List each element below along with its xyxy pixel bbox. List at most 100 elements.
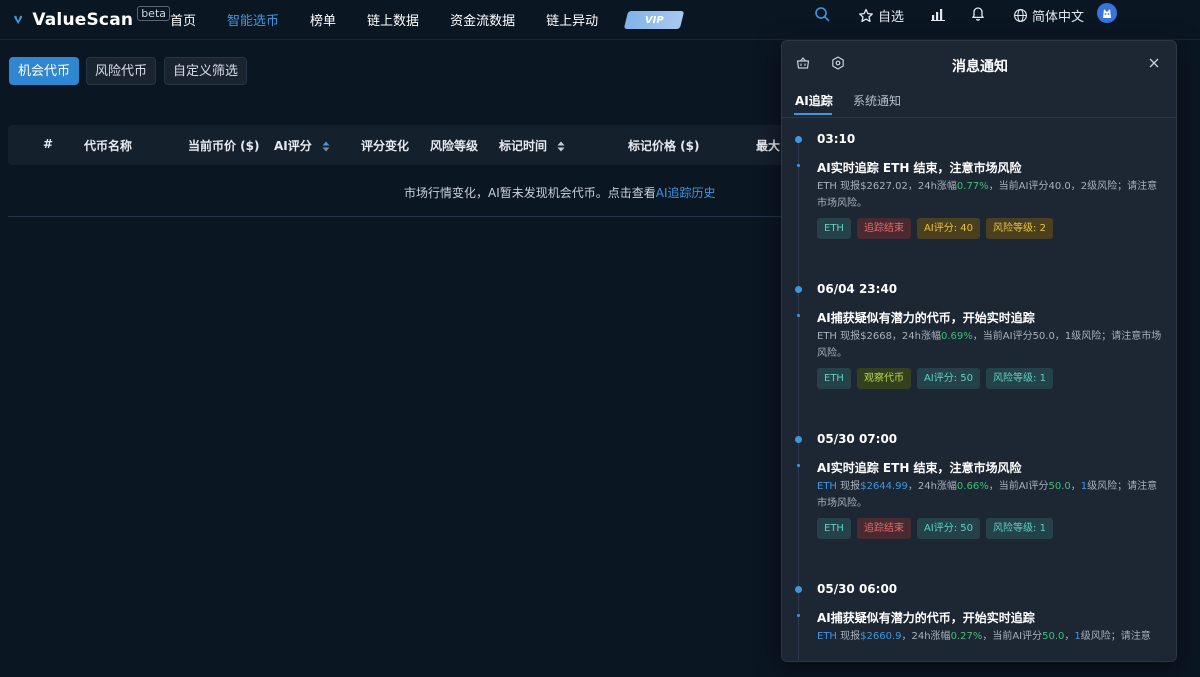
notification-feed[interactable]: 03:10 AI实时追踪 ETH 结束，注意市场风险 ETH 现报$2627.0… <box>782 118 1176 661</box>
notification-title: AI实时追踪 ETH 结束，注意市场风险 <box>817 161 1022 175</box>
settings-icon <box>832 56 844 70</box>
col-ai-score-label: AI评分 <box>274 139 312 153</box>
tab-ai-tracking[interactable]: AI追踪 <box>795 92 833 109</box>
desc-change: 0.66% <box>956 481 989 492</box>
close-icon <box>1149 58 1159 68</box>
tag-ai-score: AI评分: 50 <box>916 518 981 539</box>
timeline-subdot <box>797 464 800 467</box>
desc-price: $2660.9 <box>860 631 902 642</box>
notification-title: AI捕获疑似有潜力的代币，开始实时追踪 <box>817 311 1035 325</box>
timeline-subdot <box>797 614 800 617</box>
notification-settings-button[interactable] <box>831 55 845 74</box>
language-label: 简体中文 <box>1032 10 1085 25</box>
timeline-dot <box>795 286 802 293</box>
timeline-subdot <box>797 314 800 317</box>
desc-price: $2644.99 <box>860 481 908 492</box>
tag-coin[interactable]: ETH <box>817 368 851 389</box>
nav-home[interactable]: 首页 <box>170 10 196 29</box>
notification-panel: 消息通知 AI追踪 系统通知 03:10 AI实时追踪 ETH 结束，注意市场风… <box>781 40 1177 662</box>
ai-tracking-history-link[interactable]: AI追踪历史 <box>656 186 716 200</box>
notification-description: ETH 现报$2660.9，24h涨幅0.27%，当前AI评分50.0，1级风险… <box>817 628 1162 645</box>
top-navbar: ValueScan beta 首页 智能选币 榜单 链上数据 资金流数据 链上异… <box>0 0 1200 40</box>
col-max: 最大 <box>756 139 781 153</box>
col-risk-level: 风险等级 <box>430 139 479 153</box>
col-mark-time-label: 标记时间 <box>499 139 548 153</box>
brand-name: ValueScan <box>32 9 134 30</box>
nav-smart-picker[interactable]: 智能选币 <box>227 10 279 29</box>
sort-icon <box>557 141 565 152</box>
tag-watch-token: 观察代币 <box>856 368 911 389</box>
notification-tags: ETH 追踪结束 AI评分: 40 风险等级: 2 <box>817 218 1059 239</box>
desc-coin-link[interactable]: ETH <box>817 481 837 492</box>
desc-text: 现报 <box>836 481 861 492</box>
col-score-change: 评分变化 <box>361 139 410 153</box>
bar-chart-icon <box>931 9 945 21</box>
timeline-dot <box>795 586 802 593</box>
globe-icon <box>1014 9 1027 22</box>
search-icon <box>815 7 830 22</box>
brand-logo[interactable]: ValueScan beta <box>14 6 170 32</box>
col-token-name: 代币名称 <box>84 139 133 153</box>
timeline-line <box>798 140 799 660</box>
tab-opportunity-tokens[interactable]: 机会代币 <box>9 57 80 85</box>
bell-icon <box>972 7 984 21</box>
desc-text: ， <box>1064 631 1075 642</box>
notifications-button[interactable] <box>970 5 986 21</box>
nav-onchain-data[interactable]: 链上数据 <box>367 10 419 29</box>
desc-text: ，当前AI评分 <box>982 631 1043 642</box>
star-icon <box>859 8 873 22</box>
tab-risk-tokens[interactable]: 风险代币 <box>86 57 157 85</box>
nav-fund-flow[interactable]: 资金流数据 <box>450 10 515 29</box>
table-divider <box>8 216 798 217</box>
desc-score: 50.0 <box>1048 481 1071 492</box>
tag-ai-score: AI评分: 50 <box>916 368 981 389</box>
language-selector[interactable]: 简体中文 <box>1013 6 1084 25</box>
notification-panel-title: 消息通知 <box>952 59 1008 75</box>
clear-notifications-button[interactable] <box>796 55 810 74</box>
desc-coin-link[interactable]: ETH <box>817 631 837 642</box>
basket-icon <box>796 57 810 69</box>
tag-coin[interactable]: ETH <box>817 218 851 239</box>
empty-state-text: 市场行情变化，AI暂未发现机会代币。点击查看 <box>404 186 656 200</box>
tab-custom-filter[interactable]: 自定义筛选 <box>164 57 248 85</box>
vip-badge[interactable]: VIP <box>623 10 685 29</box>
search-button[interactable] <box>814 6 830 22</box>
notification-time: 05/30 06:00 <box>817 582 898 596</box>
desc-text: ，24h涨幅 <box>901 631 951 642</box>
tag-coin[interactable]: ETH <box>817 518 851 539</box>
nav-rankings[interactable]: 榜单 <box>310 10 336 29</box>
desc-text: ETH 现报$2668，24h涨幅 <box>817 331 941 342</box>
tab-system-notifications[interactable]: 系统通知 <box>853 92 901 109</box>
timeline-subdot <box>797 164 800 167</box>
table-header: # 代币名称 当前币价 ($) AI评分 评分变化 风险等级 标记时间 标记价格… <box>8 125 798 165</box>
active-tab-indicator <box>794 113 832 115</box>
desc-text: ，当前AI评分 <box>988 481 1049 492</box>
notification-time: 05/30 07:00 <box>817 432 898 446</box>
nav-onchain-anomaly[interactable]: 链上异动 <box>546 10 598 29</box>
favorites-label: 自选 <box>878 10 905 25</box>
notification-title: AI捕获疑似有潜力的代币，开始实时追踪 <box>817 611 1035 625</box>
desc-text: 现报 <box>836 631 861 642</box>
notification-description: ETH 现报$2627.02，24h涨幅0.77%，当前AI评分40.0，2级风… <box>817 178 1162 212</box>
tag-tracking-ended: 追踪结束 <box>856 218 911 239</box>
desc-score: 50.0 <box>1042 631 1065 642</box>
tag-ai-score: AI评分: 40 <box>916 218 981 239</box>
user-avatar[interactable] <box>1097 3 1117 23</box>
notification-description: ETH 现报$2644.99，24h涨幅0.66%，当前AI评分50.0，1级风… <box>817 478 1162 512</box>
desc-change: 0.77% <box>956 181 989 192</box>
tag-risk-level: 风险等级: 1 <box>986 518 1053 539</box>
favorites-button[interactable]: 自选 <box>858 6 904 25</box>
notification-time: 03:10 <box>817 132 856 146</box>
valuescan-logo-icon <box>14 15 22 24</box>
desc-change: 0.27% <box>950 631 983 642</box>
col-ai-score[interactable]: AI评分 <box>274 137 330 154</box>
notification-time: 06/04 23:40 <box>817 282 898 296</box>
market-chart-button[interactable] <box>930 6 946 22</box>
notification-title: AI实时追踪 ETH 结束，注意市场风险 <box>817 461 1022 475</box>
desc-change: 0.69% <box>941 331 973 342</box>
notification-tags: ETH 观察代币 AI评分: 50 风险等级: 1 <box>817 368 1059 389</box>
close-panel-button[interactable] <box>1148 54 1160 73</box>
col-mark-time[interactable]: 标记时间 <box>499 137 565 154</box>
notification-description: ETH 现报$2668，24h涨幅0.69%，当前AI评分50.0，1级风险；请… <box>817 328 1162 362</box>
timeline-dot <box>795 136 802 143</box>
